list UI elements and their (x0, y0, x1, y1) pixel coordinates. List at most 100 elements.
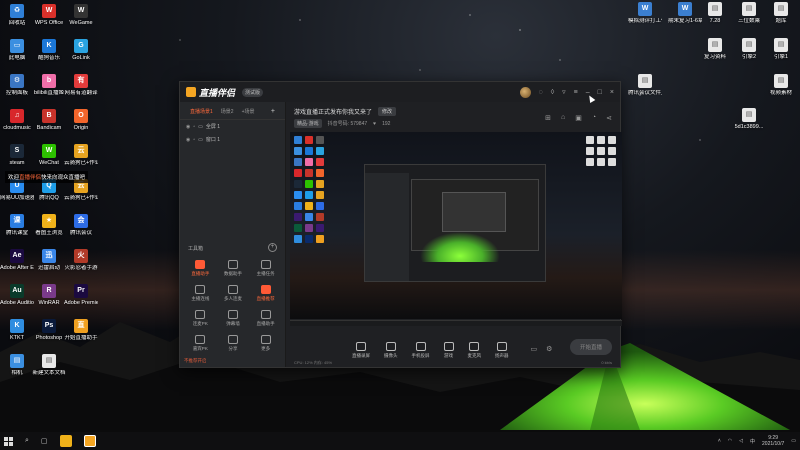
category-badge[interactable]: 精品·游戏 (294, 119, 322, 128)
desktop-icon[interactable]: ▤ 引擎2 (732, 38, 766, 61)
desktop-icon[interactable]: 火火影忍者手游 (64, 249, 98, 272)
search-icon[interactable]: ⌕ (25, 437, 29, 445)
desktop-icon[interactable]: ▤ 引擎1 (764, 38, 798, 61)
desktop-icon[interactable]: 会腾讯会议 (64, 214, 98, 237)
gift-icon[interactable]: ▿ (562, 88, 566, 96)
desktop-icon[interactable]: W 模拟测评打工作业文档 (628, 2, 662, 25)
eye-icon[interactable]: ◉ (186, 137, 190, 143)
desktop-icon[interactable]: ▤ 视频素材 (764, 74, 798, 97)
settings-icon[interactable]: ⚙ (546, 345, 552, 353)
tool-item[interactable]: 连麦PK (184, 310, 217, 327)
toolbox-add-button[interactable]: + (268, 243, 277, 252)
maximize-icon[interactable]: □ (598, 89, 602, 96)
avatar[interactable] (519, 86, 531, 98)
bell-icon[interactable]: ◔ (592, 114, 596, 122)
desktop-icon[interactable]: W WPS Office (32, 4, 66, 27)
desktop-icon[interactable]: K 酷狗音乐 (32, 39, 66, 62)
desktop-icon[interactable]: Au Adobe Audition CC (0, 284, 34, 307)
source-item[interactable]: ◉ ▫ ▭ 窗口 1 (180, 133, 285, 146)
clock[interactable]: 9:29 2021/10/7 (762, 435, 784, 447)
desktop-icon[interactable]: R WinRAR (32, 284, 66, 307)
app-icon: K (10, 319, 24, 333)
desktop-icon[interactable]: W WeChat (32, 144, 66, 167)
desktop-icon[interactable]: ▤ 新建文本文档 (32, 354, 66, 377)
desktop-icon[interactable]: ▤ 腾讯会议文件_20211011... (628, 74, 662, 97)
microphone-button[interactable]: 麦克风 (468, 342, 481, 359)
desktop-icon[interactable]: ⚙ 控制面板 (0, 74, 34, 97)
desktop-icon[interactable]: ▤ 相机 (0, 354, 34, 377)
control-buttons: 直播录屏 摄像头 手机投屏 游戏 麦克风 扬声器 (352, 342, 509, 359)
edit-title-button[interactable]: 修改 (378, 107, 397, 116)
desktop-icon[interactable]: Ssteam (0, 144, 34, 167)
desktop-icon[interactable]: ▤ 题库 (764, 2, 798, 25)
desktop-icon[interactable]: B Bandicam (32, 109, 66, 132)
game-button[interactable]: 游戏 (443, 342, 454, 359)
start-live-button[interactable]: 开始直播 (569, 339, 612, 355)
input-lang[interactable]: 中 (750, 438, 755, 445)
screen-record-button[interactable]: 直播录屏 (352, 342, 370, 359)
menu-icon[interactable]: ≡ (574, 89, 578, 96)
lock-icon[interactable]: ⌂ (561, 114, 565, 122)
tool-item[interactable]: 主播任务 (249, 260, 282, 277)
desktop-icon[interactable]: 课腾讯课堂 (0, 214, 34, 237)
tool-item[interactable]: 弹幕墙 (217, 310, 250, 327)
desktop-icon[interactable]: ▭ 此电脑 (0, 39, 34, 62)
windows-start-icon[interactable] (4, 436, 13, 446)
desktop-icon[interactable]: 云云骑狗已+作业 (64, 144, 98, 167)
desktop-icon[interactable]: 直开始直播助手 (64, 319, 98, 342)
tool-item[interactable]: 更多 (249, 335, 282, 352)
tab-scene-2[interactable]: 场景2 (221, 108, 234, 115)
desktop-icon[interactable]: ▤ 7.28 (698, 2, 732, 25)
desktop-icon[interactable]: Pr Adobe Premie... (64, 284, 98, 307)
tool-item[interactable]: 多人连麦 (217, 285, 250, 302)
desktop-icon[interactable]: 迅迅雷启动 (32, 249, 66, 272)
add-scene-button[interactable]: + (271, 108, 275, 115)
camera-button[interactable]: 摄像头 (384, 342, 398, 359)
share-icon[interactable]: ⋖ (606, 114, 612, 122)
eye-icon[interactable]: ◉ (186, 124, 190, 130)
screenshot-icon[interactable]: ▣ (575, 114, 582, 122)
taskbar-live-app-icon[interactable] (83, 435, 96, 447)
lock-icon[interactable]: ▫ (193, 124, 195, 130)
phone-cast-button[interactable]: 手机投屏 (412, 342, 430, 359)
wifi-icon[interactable]: ◠ (728, 438, 732, 444)
close-icon[interactable]: × (610, 89, 614, 96)
tool-item[interactable]: 嘉宾PK (184, 335, 217, 352)
record-icon[interactable]: ▭ (531, 345, 538, 353)
volume-icon[interactable]: ◁ (739, 438, 743, 444)
tab-add-scene[interactable]: +场景 (242, 108, 255, 115)
tool-item[interactable]: 直播助手 (249, 310, 282, 327)
desktop-icon[interactable]: ▤ 5d1c3899... (732, 108, 766, 131)
tool-item[interactable]: 直播推荐 (249, 285, 282, 302)
message-icon[interactable]: ◌ (539, 89, 543, 96)
desktop-icon[interactable]: K KTKT (0, 319, 34, 342)
shirt-icon[interactable]: ◊ (551, 89, 554, 96)
tool-item[interactable]: 主播连线 (184, 285, 217, 302)
desktop-icon[interactable]: ♻ 回收站 (0, 4, 34, 27)
tool-item[interactable]: 直播助手 (184, 260, 217, 277)
desktop-icon[interactable]: b bilibili直播姬 (32, 74, 66, 97)
tray-up-arrow-icon[interactable]: ˄ (718, 438, 721, 444)
tab-scene-1[interactable]: 直播场景1 (190, 108, 213, 115)
speaker-button[interactable]: 扬声器 (495, 342, 509, 359)
desktop-icon[interactable]: 有网易有道翻译 (64, 74, 98, 97)
desktop-icon[interactable]: ▤ 三位数乘 (732, 2, 766, 25)
source-item[interactable]: ◉ ▫ ▭ 全屏 1 (180, 120, 285, 133)
desktop-icon[interactable]: W WeGame (64, 4, 98, 27)
desktop-icon[interactable]: Ae Adobe After Effects CC ... (0, 249, 34, 272)
lock-icon[interactable]: ▫ (193, 137, 195, 143)
tool-item[interactable]: 数据助手 (217, 260, 250, 277)
tool-item[interactable]: 分享 (217, 335, 250, 352)
desktop-icon[interactable]: ★ 看图王浏览 (32, 214, 66, 237)
desktop-icon[interactable]: G GoLink (64, 39, 98, 62)
stream-preview[interactable] (290, 132, 622, 319)
taskbar-favorite-icon[interactable] (59, 435, 72, 447)
desktop-icon[interactable]: W 期末复习1-6章文本汇总 (668, 2, 702, 25)
desktop-icon[interactable]: ♫ cloudmusic (0, 109, 34, 132)
desktop-icon[interactable]: Ps Photoshop (32, 319, 66, 342)
desktop-icon[interactable]: ▤ 复习资料 (698, 38, 732, 61)
desktop-icon[interactable]: O Origin (64, 109, 98, 132)
task-view-icon[interactable]: ▢ (41, 437, 48, 445)
notification-icon[interactable]: ▭ (791, 438, 796, 444)
layout-icon[interactable]: ⊞ (545, 114, 551, 122)
